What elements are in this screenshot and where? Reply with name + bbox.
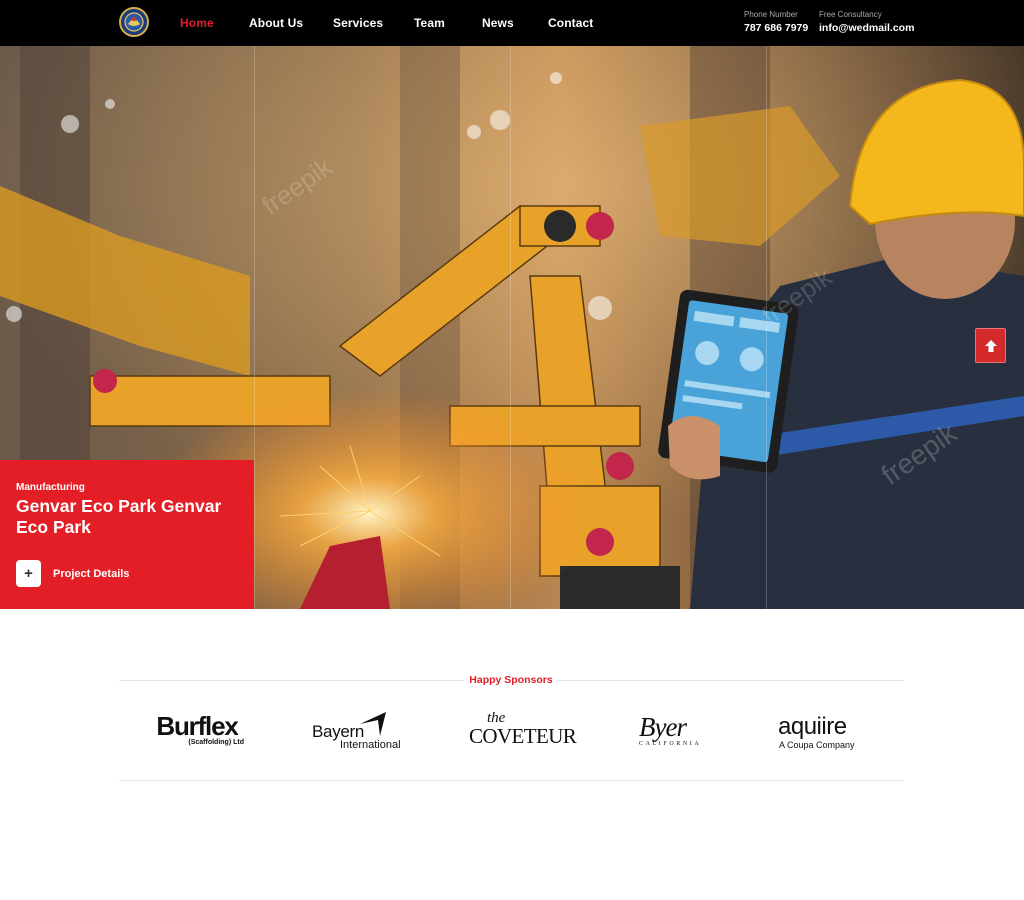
main-nav: Home About Us Services Team News Contact — [180, 0, 608, 46]
sponsor-name: Byer — [639, 712, 687, 742]
sponsor-logo-aquiire[interactable]: aquiire A Coupa Company — [770, 700, 862, 760]
sponsor-logo-bayern[interactable]: Bayern International — [298, 700, 410, 760]
sponsor-sub: International — [340, 739, 401, 751]
sponsor-name: Burflex — [156, 711, 238, 741]
nav-news[interactable]: News — [482, 16, 548, 30]
plus-icon: + — [16, 560, 41, 587]
sponsor-sub: CALIFORNIA — [639, 741, 702, 747]
consultancy-email[interactable]: info@wedmail.com — [819, 20, 914, 36]
phone-label: Phone Number — [744, 10, 798, 19]
sponsor-sub: A Coupa Company — [779, 740, 855, 750]
project-details-button[interactable]: + Project Details — [16, 560, 129, 587]
divider — [119, 780, 904, 781]
consultancy-contact: Free Consultancy info@wedmail.com — [819, 9, 914, 36]
phone-contact: Phone Number 787 686 7979 — [744, 9, 808, 36]
sponsor-sub: (Scaffolding) Ltd — [188, 739, 244, 746]
sponsors-heading: Happy Sponsors — [469, 674, 553, 686]
nav-home[interactable]: Home — [180, 16, 249, 30]
sponsor-logo-byer[interactable]: Byer CALIFORNIA — [622, 700, 712, 760]
sponsor-name: aquiire — [778, 713, 847, 740]
project-title: Genvar Eco Park Genvar Eco Park — [16, 496, 222, 537]
emblem-logo-icon[interactable] — [119, 4, 149, 40]
nav-contact[interactable]: Contact — [548, 16, 608, 30]
divider — [119, 680, 464, 681]
sponsor-logo-burflex[interactable]: Burflex (Scaffolding) Ltd — [142, 700, 252, 760]
project-details-label: Project Details — [53, 567, 130, 580]
phone-number[interactable]: 787 686 7979 — [744, 20, 808, 36]
project-card: Manufacturing Genvar Eco Park Genvar Eco… — [0, 460, 254, 609]
hero-divider — [254, 46, 255, 609]
nav-team[interactable]: Team — [414, 16, 482, 30]
hero-divider — [510, 46, 511, 609]
arrow-up-icon — [984, 339, 997, 352]
top-navigation-bar: Home About Us Services Team News Contact… — [0, 0, 1024, 46]
sponsor-name: COVETEUR — [469, 724, 577, 748]
consultancy-label: Free Consultancy — [819, 10, 882, 19]
project-category: Manufacturing — [16, 482, 85, 493]
sponsor-logo-coveteur[interactable]: the COVETEUR — [455, 700, 577, 760]
nav-about-us[interactable]: About Us — [249, 16, 333, 30]
divider — [558, 680, 904, 681]
hero-divider — [766, 46, 767, 609]
nav-services[interactable]: Services — [333, 16, 414, 30]
scroll-to-top-button[interactable] — [975, 328, 1006, 363]
